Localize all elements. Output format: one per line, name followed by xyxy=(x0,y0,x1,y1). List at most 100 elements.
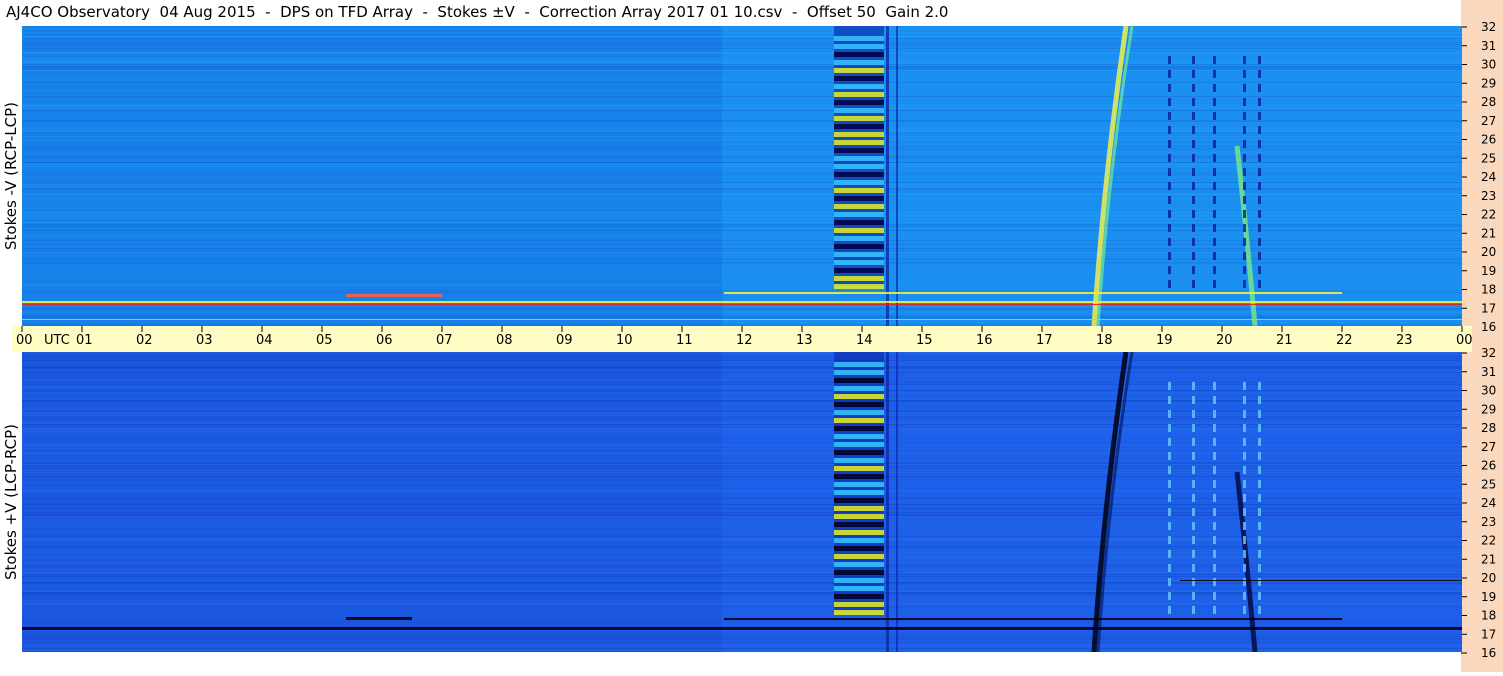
noise-streak xyxy=(22,194,1462,195)
frequency-tick-label: 31 xyxy=(1481,39,1496,53)
noise-streak xyxy=(22,622,1462,623)
dash-segment xyxy=(1192,140,1195,148)
dash-segment xyxy=(1168,564,1171,572)
noise-streak xyxy=(22,66,1462,68)
noise-streak xyxy=(22,106,1462,107)
frequency-tick-label: 30 xyxy=(1481,58,1496,72)
noise-streak xyxy=(22,390,1462,391)
burst-stripe xyxy=(834,116,884,121)
dash-segment xyxy=(1192,280,1195,288)
burst-stripe xyxy=(834,204,884,209)
dash-segment xyxy=(1243,564,1246,572)
dash-segment xyxy=(1213,424,1216,432)
rfi-band xyxy=(346,617,412,620)
dash-segment xyxy=(1192,564,1195,572)
time-tick-label: 04 xyxy=(256,333,273,348)
dash-segment xyxy=(1258,224,1261,232)
frequency-tick-label: 21 xyxy=(1481,226,1496,240)
y-axis-label-bottom-text: Stokes +V (LCP-RCP) xyxy=(2,424,20,580)
burst-stripe xyxy=(834,164,884,169)
dash-segment xyxy=(1213,210,1216,218)
noise-streak xyxy=(22,460,1462,461)
dash-segment xyxy=(1168,466,1171,474)
burst-stripe xyxy=(834,268,884,273)
dash-segment xyxy=(1258,452,1261,460)
dash-segment xyxy=(1258,210,1261,218)
dash-segment xyxy=(1258,536,1261,544)
dash-segment xyxy=(1168,452,1171,460)
dash-segment xyxy=(1213,578,1216,586)
dash-segment xyxy=(1258,196,1261,204)
time-tick-label: 00 xyxy=(1456,333,1472,348)
dash-segment xyxy=(1213,140,1216,148)
dash-segment xyxy=(1243,168,1246,176)
dash-segment xyxy=(1192,606,1195,614)
dash-segment xyxy=(1192,168,1195,176)
dash-segment xyxy=(1243,480,1246,488)
rfi-band xyxy=(22,304,1462,305)
dash-segment xyxy=(1213,396,1216,404)
noise-streak xyxy=(22,464,1462,465)
noise-streak xyxy=(22,136,1462,137)
time-tick-label: 21 xyxy=(1276,333,1293,348)
burst-stripe xyxy=(834,252,884,257)
dash-segment xyxy=(1243,70,1246,78)
dash-segment xyxy=(1243,266,1246,274)
dash-segment xyxy=(1258,466,1261,474)
dash-segment xyxy=(1192,266,1195,274)
dash-segment xyxy=(1243,140,1246,148)
time-tick-label: 22 xyxy=(1336,333,1353,348)
time-tick-label: 19 xyxy=(1156,333,1173,348)
burst-stripe xyxy=(834,426,884,431)
time-tick-label: 03 xyxy=(196,333,213,348)
burst-stripe xyxy=(834,84,884,89)
dash-segment xyxy=(1258,266,1261,274)
time-tick-label: 12 xyxy=(736,333,753,348)
frequency-tick-label: 25 xyxy=(1481,151,1496,165)
dash-segment xyxy=(1168,480,1171,488)
frequency-tick-label: 24 xyxy=(1481,170,1496,184)
dash-segment xyxy=(1243,438,1246,446)
time-tick-label: 18 xyxy=(1096,333,1113,348)
frequency-tick-label: 26 xyxy=(1481,459,1496,473)
dash-segment xyxy=(1213,238,1216,246)
frequency-tick-label: 30 xyxy=(1481,384,1496,398)
dash-segment xyxy=(1213,70,1216,78)
noise-streak xyxy=(22,650,1462,651)
burst-stripe xyxy=(834,450,884,455)
dash-segment xyxy=(1192,154,1195,162)
dash-segment xyxy=(1213,452,1216,460)
burst-stripe xyxy=(834,196,884,201)
dash-segment xyxy=(1192,480,1195,488)
burst-stripe xyxy=(834,586,884,591)
dash-segment xyxy=(1168,56,1171,64)
dash-segment xyxy=(1192,126,1195,134)
frequency-tick-label: 19 xyxy=(1481,590,1496,604)
burst-stripe xyxy=(834,370,884,375)
dash-segment xyxy=(1213,84,1216,92)
frequency-tick-label: 23 xyxy=(1481,189,1496,203)
dash-segment xyxy=(1192,70,1195,78)
noise-streak xyxy=(22,600,1462,601)
dash-segment xyxy=(1243,382,1246,390)
burst-stripe xyxy=(834,244,884,249)
dash-segment xyxy=(1168,112,1171,120)
time-tick-label: 07 xyxy=(436,333,453,348)
noise-streak xyxy=(22,356,1462,357)
burst-stripe xyxy=(834,562,884,567)
noise-streak xyxy=(22,316,1462,318)
frequency-tick-label: 20 xyxy=(1481,571,1496,585)
dash-segment xyxy=(1168,536,1171,544)
dash-segment xyxy=(1168,154,1171,162)
rfi-band xyxy=(1180,580,1462,581)
dash-segment xyxy=(1243,56,1246,64)
noise-streak xyxy=(22,32,1462,33)
noise-streak xyxy=(22,96,1462,97)
frequency-tick-label: 27 xyxy=(1481,440,1496,454)
noise-streak xyxy=(22,48,1462,49)
burst-stripe xyxy=(834,546,884,551)
dash-segment xyxy=(1243,424,1246,432)
burst-stripe xyxy=(834,434,884,439)
rfi-band xyxy=(346,294,442,297)
frequency-tick-label: 18 xyxy=(1481,283,1496,297)
